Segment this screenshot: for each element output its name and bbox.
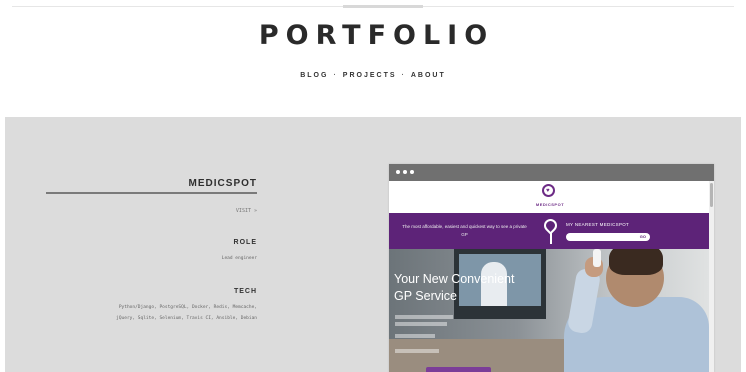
nav-blog[interactable]: BLOG (300, 72, 328, 79)
tech-heading: TECH (233, 288, 257, 295)
project-title-divider (46, 192, 257, 194)
nav-separator: · (401, 72, 406, 79)
phone-icon (593, 249, 601, 267)
screenshot-logo-text: MEDICSPOT (535, 202, 565, 207)
tech-line-1: Python/Django, PostgreSQL, Docker, Redis… (118, 305, 257, 310)
hero-text-line (395, 315, 453, 319)
nav-projects[interactable]: PROJECTS (343, 72, 397, 79)
nearest-search-input: GO (566, 233, 650, 241)
heart-icon: ♥ (546, 188, 550, 194)
hero-title-line-2: GP Service (394, 289, 457, 303)
site-title[interactable]: PORTFOLIO (0, 20, 746, 51)
hero-text-line (395, 334, 435, 338)
patient-hair (609, 249, 663, 275)
role-heading: ROLE (233, 239, 257, 246)
project-screenshot: ♥ MEDICSPOT The most affordable, easiest… (389, 164, 714, 372)
hero-title: Your New Convenient GP Service (394, 271, 544, 305)
hero-text-line (395, 322, 447, 326)
project-title: MEDICSPOT (188, 178, 257, 189)
nav-about[interactable]: ABOUT (411, 72, 446, 79)
tech-line-2: jQuery, Sqlite, Selenium, Travis CI, Ans… (116, 316, 257, 321)
screenshot-scroll-thumb (710, 183, 713, 207)
screenshot-hero: Your New Convenient GP Service (389, 249, 709, 372)
hero-title-line-1: Your New Convenient (394, 272, 515, 286)
hero-cta-button (426, 367, 491, 372)
visit-link[interactable]: VISIT » (236, 208, 257, 214)
screenshot-header: ♥ MEDICSPOT (389, 181, 714, 213)
browser-title-bar (389, 164, 714, 181)
hero-text-line (395, 349, 439, 353)
main-nav: BLOG · PROJECTS · ABOUT (0, 72, 746, 79)
screenshot-banner: The most affordable, easiest and quickes… (389, 213, 709, 249)
window-dot-icon (396, 170, 400, 174)
nearest-label: MY NEAREST MEDICSPOT (566, 222, 630, 227)
banner-tagline: The most affordable, easiest and quickes… (402, 224, 527, 237)
map-pin-icon (541, 216, 560, 235)
top-divider (12, 5, 734, 8)
map-pin-stem (550, 233, 552, 244)
nav-separator: · (333, 72, 338, 79)
window-dot-icon (410, 170, 414, 174)
screenshot-scrollbar (709, 181, 714, 372)
top-divider-mark (343, 5, 423, 8)
window-dot-icon (403, 170, 407, 174)
role-text: Lead engineer (221, 256, 257, 261)
nearest-go-button: GO (639, 234, 646, 239)
